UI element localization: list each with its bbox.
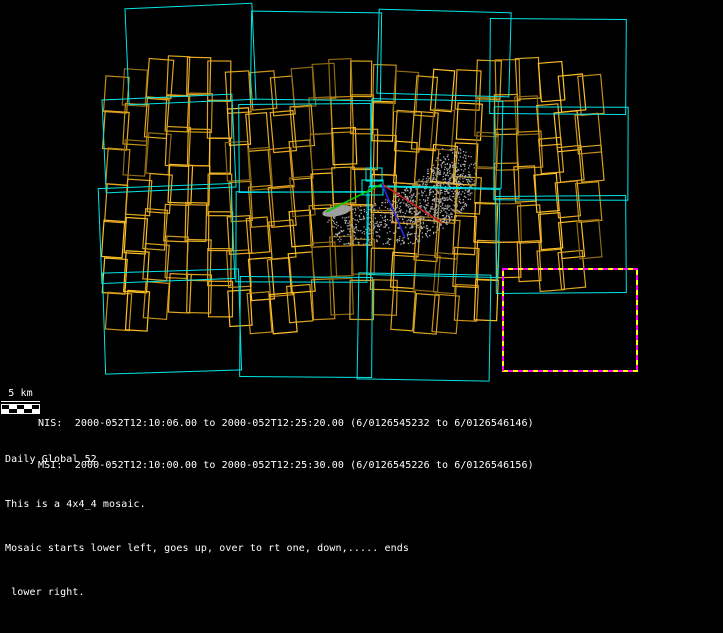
scale-bar-cell (17, 409, 24, 413)
mosaic-caption: Daily Global 52 This is a 4x4_4 mosaic. … (5, 424, 409, 615)
scale-bar-line (1, 401, 40, 402)
scale-bar-label: 5 km (1, 388, 40, 400)
scale-bar-cell (9, 409, 16, 413)
caption-description-1: Mosaic starts lower left, goes up, over … (5, 542, 409, 557)
caption-title: Daily Global 52 (5, 453, 409, 468)
scale-bar: 5 km (1, 388, 40, 414)
scale-bar-cell (24, 409, 31, 413)
scale-bar-checker (1, 404, 40, 414)
msi-footprints-layer (102, 56, 605, 334)
origin-markers (362, 168, 383, 195)
caption-mosaic-type: This is a 4x4_4 mosaic. (5, 498, 409, 513)
scale-bar-cell (2, 409, 9, 413)
asteroid-model (321, 148, 476, 245)
mosaic-canvas (0, 0, 723, 385)
dashed-highlight-rect (503, 269, 637, 371)
nis-footprints-layer (98, 3, 628, 381)
mosaic-plan-screen: { "scale_bar": { "label": "5 km", "patte… (0, 0, 723, 633)
caption-description-2: lower right. (5, 586, 409, 601)
